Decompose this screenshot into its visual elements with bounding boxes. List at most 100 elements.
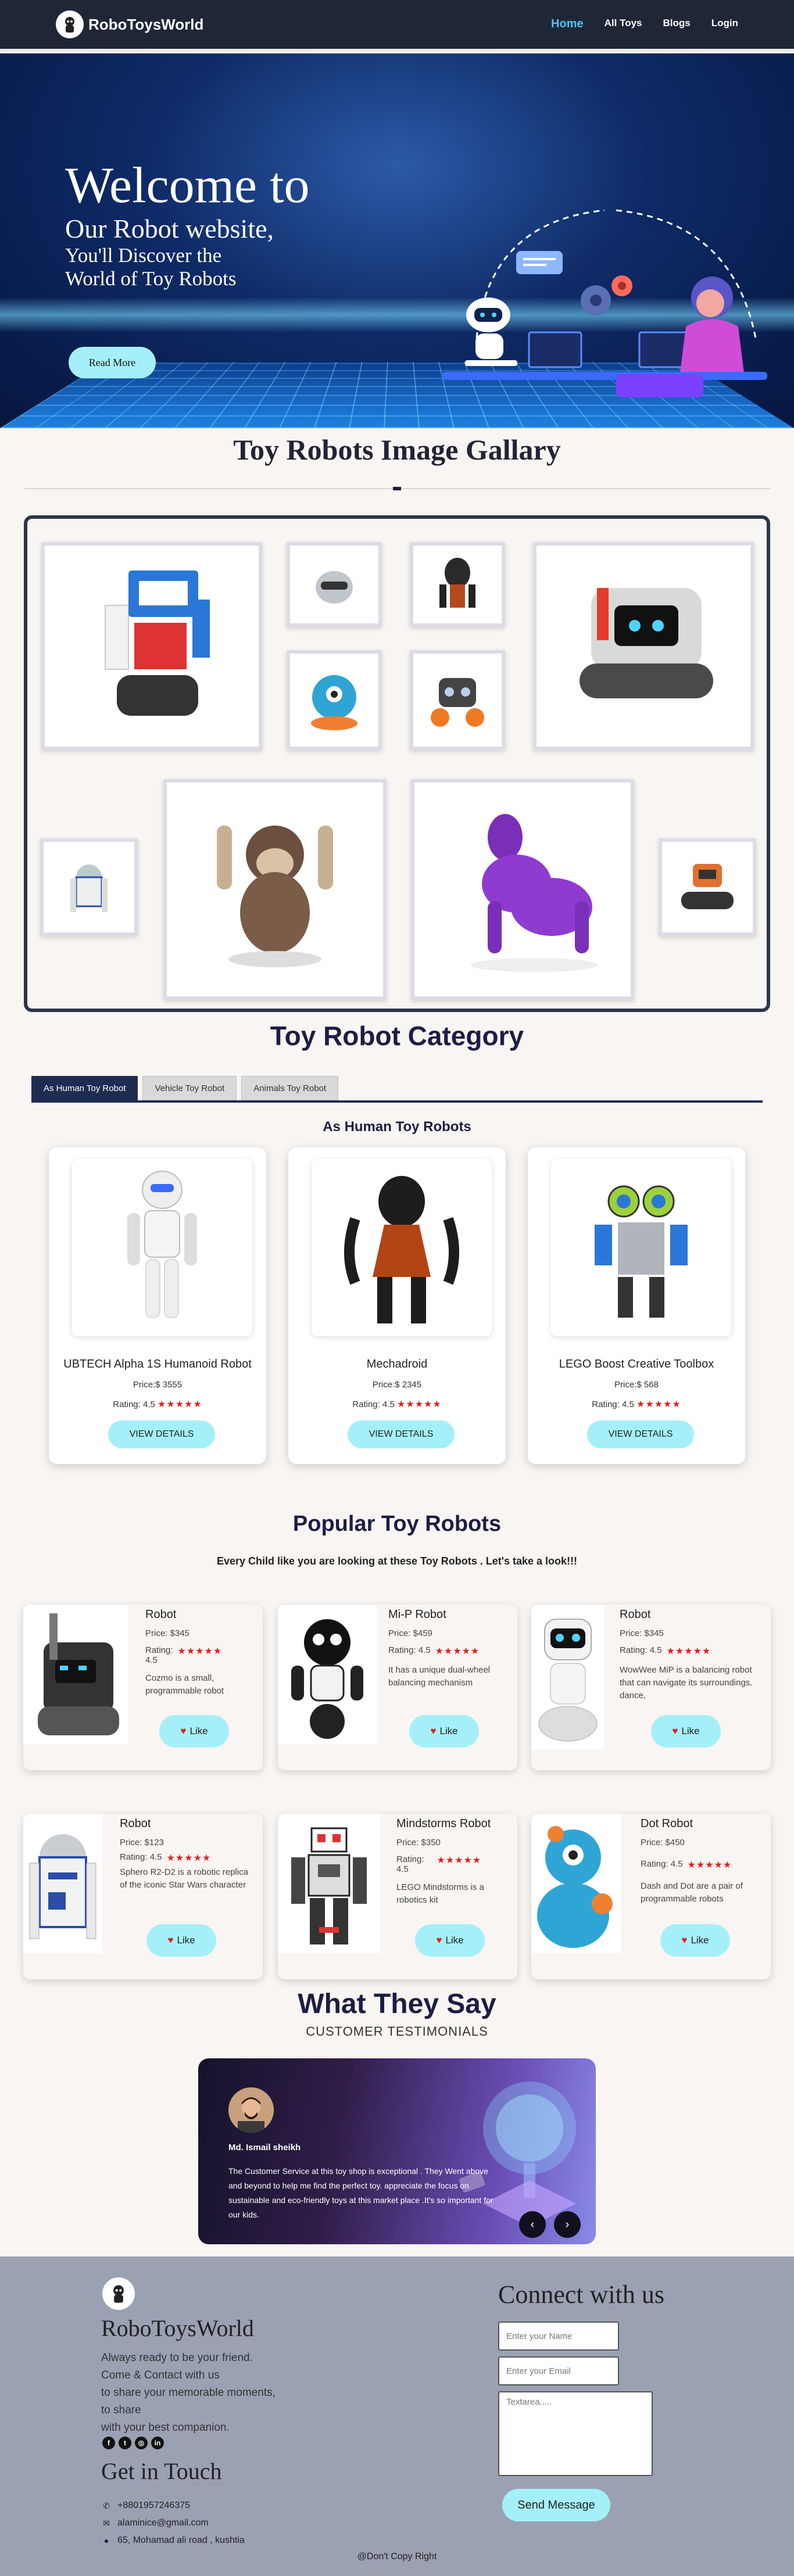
hero-robot-illustration <box>442 209 767 397</box>
carousel-next-button[interactable]: › <box>554 2211 581 2238</box>
popular-rating-value: 4.5 <box>145 1655 158 1665</box>
popular-card-body: Mi-P Robot Price: $459 Rating: 4.5 ★★★★★ … <box>388 1605 505 1689</box>
star-rating-icon: ★★★★★ <box>158 1400 202 1409</box>
heart-icon: ♥ <box>436 1935 442 1946</box>
category-subtitle: As Human Toy Robots <box>323 1119 471 1135</box>
popular-rating: Rating: 4.5 ★★★★★ <box>145 1645 256 1665</box>
gallery-image-r2d2-small[interactable] <box>40 838 138 936</box>
phone-text: +8801957246375 <box>117 2500 191 2510</box>
like-button[interactable]: ♥ Like <box>651 1715 721 1748</box>
like-button[interactable]: ♥ Like <box>660 1924 730 1957</box>
popular-price: Price: $345 <box>145 1628 189 1638</box>
like-button[interactable]: ♥ Like <box>409 1715 479 1748</box>
brand[interactable]: RoboToysWorld <box>56 10 203 38</box>
gallery-image-dark-figure-robot[interactable] <box>410 542 505 627</box>
gallery-image-lego-boost-robot[interactable] <box>41 542 262 750</box>
instagram-icon[interactable]: ◎ <box>135 2437 148 2449</box>
popular-name: Robot <box>620 1608 651 1621</box>
gallery-title: Toy Robots Image Gallary <box>233 433 561 466</box>
like-button[interactable]: ♥ Like <box>159 1715 229 1748</box>
like-label: Like <box>177 1935 195 1946</box>
category-title: Toy Robot Category <box>270 1021 524 1051</box>
like-button[interactable]: ♥ Like <box>146 1924 216 1957</box>
hero-line-3: You'll Discover the <box>65 244 222 267</box>
carousel-prev-button[interactable]: ‹ <box>519 2211 546 2238</box>
popular-desc: WowWee MiP is a balancing robot that can… <box>620 1665 753 1700</box>
card-rating-label: Rating: 4.5 <box>352 1400 395 1409</box>
gallery-image-orange-wheels-robot[interactable] <box>410 650 505 750</box>
footer: RoboToysWorld Always ready to be your fr… <box>0 2256 794 2576</box>
card-rating: Rating: 4.5 ★★★★★ <box>49 1398 266 1410</box>
popular-price: Price: $345 <box>620 1628 664 1638</box>
gallery-image-monkey-robot[interactable] <box>163 779 387 1000</box>
popular-image-wowwee-mip <box>531 1605 605 1750</box>
card-rating-label: Rating: 4.5 <box>592 1400 634 1409</box>
testimonial-card: Md. Ismail sheikh The Customer Service a… <box>198 2058 596 2244</box>
card-rating-label: Rating: 4.5 <box>113 1400 155 1409</box>
gallery-image-silver-dome-robot[interactable] <box>287 542 382 627</box>
like-label: Like <box>445 1935 464 1946</box>
view-details-button[interactable]: VIEW DETAILS <box>587 1420 694 1448</box>
footer-tag-4: to share <box>101 2404 141 2416</box>
email-input[interactable]: Enter your Email <box>498 2356 619 2385</box>
contact-email: ✉ alaminice@gmail.com <box>102 2518 209 2528</box>
star-rating-icon: ★★★★★ <box>636 1400 681 1409</box>
message-textarea[interactable]: Textarea..... <box>498 2391 653 2476</box>
footer-tag-3: to share your memorable moments, <box>101 2387 276 2399</box>
get-in-touch-title: Get in Touch <box>101 2458 222 2484</box>
tab-animals[interactable]: Animals Toy Robot <box>241 1076 339 1100</box>
facebook-icon[interactable]: f <box>102 2437 115 2449</box>
connect-title: Connect with us <box>498 2280 664 2309</box>
linkedin-icon[interactable]: in <box>151 2437 164 2449</box>
popular-name: Robot <box>120 1817 151 1830</box>
brand-name: RoboToysWorld <box>88 15 204 33</box>
tabs-underline <box>31 1100 763 1103</box>
popular-card: Mi-P Robot Price: $459 Rating: 4.5 ★★★★★ … <box>278 1605 517 1770</box>
gallery-image-cozmo-robot[interactable] <box>533 542 754 750</box>
name-input[interactable]: Enter your Name <box>498 2322 619 2351</box>
card-image-mechadroid <box>312 1159 492 1336</box>
navbar: RoboToysWorld Home All Toys Blogs Login <box>0 0 794 51</box>
nav-links: Home All Toys Blogs Login <box>551 17 738 31</box>
tab-vehicle[interactable]: Vehicle Toy Robot <box>142 1076 237 1100</box>
popular-card: Robot Price: $345 Rating: 4.5 ★★★★★ Cozmo … <box>23 1605 263 1770</box>
heart-icon: ♥ <box>672 1725 678 1737</box>
card-image-humanoid-robot <box>72 1159 252 1336</box>
view-details-button[interactable]: VIEW DETAILS <box>108 1420 215 1448</box>
gallery-image-purple-dog-robot[interactable] <box>411 779 634 1000</box>
nav-login[interactable]: Login <box>711 17 738 31</box>
heart-icon: ♥ <box>167 1935 174 1946</box>
card-name: Mechadroid <box>366 1358 428 1370</box>
view-details-button[interactable]: VIEW DETAILS <box>348 1420 455 1448</box>
gallery-image-dash-robot[interactable] <box>287 650 382 750</box>
star-rating-icon: ★★★★★ <box>435 1646 480 1656</box>
popular-rating-text: Rating: <box>396 1854 424 1864</box>
popular-name: Mi-P Robot <box>388 1608 446 1621</box>
popular-rating-value: 4.5 <box>396 1864 409 1874</box>
like-label: Like <box>439 1725 458 1737</box>
tab-as-human[interactable]: As Human Toy Robot <box>31 1076 138 1100</box>
card-name: UBTECH Alpha 1S Humanoid Robot <box>63 1358 252 1370</box>
heart-icon: ♥ <box>681 1935 688 1946</box>
footer-tagline: Always ready to be your friend. Come & C… <box>101 2349 322 2437</box>
nav-blogs[interactable]: Blogs <box>663 17 691 31</box>
popular-image-dot-robot <box>531 1814 621 1953</box>
star-rating-icon: ★★★★★ <box>687 1860 732 1870</box>
gallery-image-orange-track-robot[interactable] <box>659 838 756 936</box>
nav-home[interactable]: Home <box>551 17 584 31</box>
like-button[interactable]: ♥ Like <box>415 1924 485 1957</box>
footer-robot-logo-icon <box>102 2277 135 2310</box>
popular-price: Price: $459 <box>388 1628 432 1638</box>
popular-rating-text: Rating: 4.5 <box>620 1645 662 1655</box>
email-text: alaminice@gmail.com <box>117 2518 209 2528</box>
testimonial-text: The Customer Service at this toy shop is… <box>228 2166 493 2219</box>
popular-image-cozmo <box>23 1605 128 1744</box>
send-message-button[interactable]: Send Message <box>502 2489 610 2521</box>
read-more-button[interactable]: Read More <box>69 347 156 378</box>
twitter-icon[interactable]: t <box>119 2437 131 2449</box>
hero-heading: Welcome to <box>65 157 310 214</box>
card-name: LEGO Boost Creative Toolbox <box>559 1358 714 1370</box>
popular-card-body: Dot Robot Price: $450 Rating: 4.5 ★★★★★ D… <box>641 1814 763 1906</box>
nav-all-toys[interactable]: All Toys <box>605 17 642 31</box>
heart-icon: ♥ <box>180 1725 187 1737</box>
